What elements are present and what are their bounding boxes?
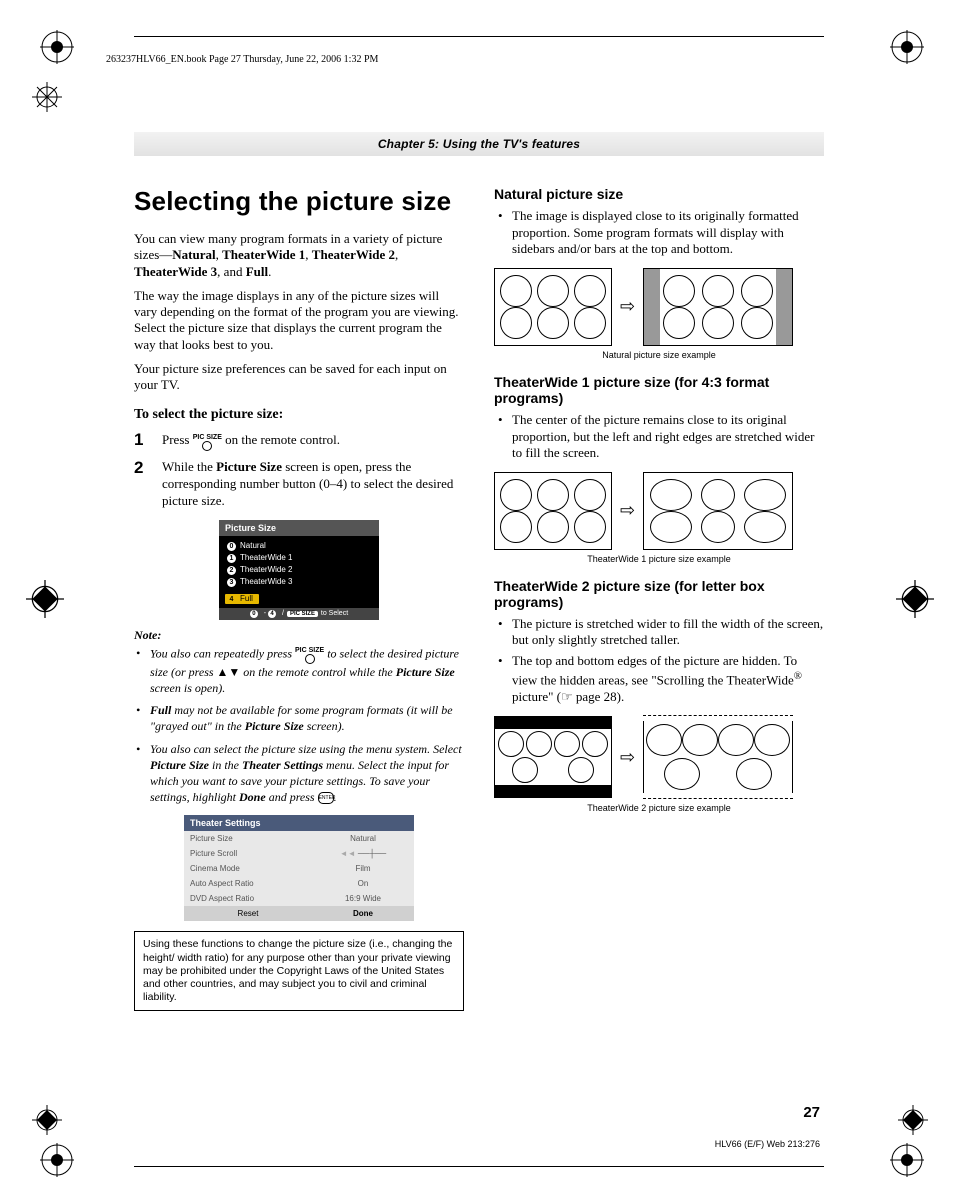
crop-mark-icon: [890, 30, 924, 64]
note-item: You also can repeatedly press PIC SIZE t…: [134, 645, 464, 696]
arrow-right-icon: ⇨: [620, 747, 635, 768]
left-column: Selecting the picture size You can view …: [134, 186, 464, 1011]
table-row: ResetDone: [184, 906, 414, 921]
register-mark-icon: [32, 82, 62, 112]
chapter-heading: Chapter 5: Using the TV's features: [134, 132, 824, 156]
step-item: Press PIC SIZE on the remote control.: [134, 431, 464, 451]
crop-mark-icon: [890, 1143, 924, 1177]
remote-button-icon: [202, 441, 212, 451]
table-row: Picture SizeNatural: [184, 831, 414, 846]
register-mark-icon: [898, 1105, 928, 1135]
table-row: Auto Aspect RatioOn: [184, 876, 414, 891]
intro-paragraph: You can view many program formats in a v…: [134, 231, 464, 280]
bullet-list: The center of the picture remains close …: [494, 412, 824, 462]
osd-item-selected: 4Full: [225, 594, 259, 604]
figure-caption: TheaterWide 2 picture size example: [494, 803, 824, 813]
remote-button-icon: [305, 654, 315, 664]
bullet-list: The image is displayed close to its orig…: [494, 208, 824, 258]
right-column: Natural picture size The image is displa…: [494, 186, 824, 1011]
step-item: While the Picture Size screen is open, p…: [134, 459, 464, 510]
pic-size-button-label: PIC SIZE: [193, 434, 222, 441]
settings-title: Theater Settings: [184, 815, 414, 831]
document-page: 263237HLV66_EN.book Page 27 Thursday, Ju…: [0, 0, 954, 1193]
crop-mark-icon: [40, 30, 74, 64]
arrow-right-icon: ⇨: [620, 500, 635, 521]
osd-item: 2TheaterWide 2: [225, 564, 373, 576]
example-figure: ⇨ TheaterWide 1 picture size example: [494, 472, 824, 564]
note-label: Note:: [134, 628, 464, 643]
osd-item: 0Natural: [225, 540, 373, 552]
bullet-list: The picture is stretched wider to fill t…: [494, 616, 824, 705]
subheading: To select the picture size:: [134, 407, 464, 423]
example-figure: ⇨ TheaterWide 2 picture size example: [494, 715, 824, 813]
note-item: Full may not be available for some progr…: [134, 702, 464, 734]
footer-code: HLV66 (E/F) Web 213:276: [715, 1139, 820, 1149]
osd-footer: 0 - 4 / PIC SIZE to Select: [219, 608, 379, 620]
list-item: The picture is stretched wider to fill t…: [494, 616, 824, 649]
footer-rule: [134, 1166, 824, 1167]
example-figure: ⇨ Natural picture size example: [494, 268, 824, 360]
list-item: The center of the picture remains close …: [494, 412, 824, 462]
section-heading: Selecting the picture size: [134, 186, 464, 217]
theater-settings-table: Theater Settings Picture SizeNatural Pic…: [184, 815, 414, 921]
table-row: DVD Aspect Ratio16:9 Wide: [184, 891, 414, 906]
body-text: The way the image displays in any of the…: [134, 288, 464, 353]
osd-item: 1TheaterWide 1: [225, 552, 373, 564]
table-row: Picture Scroll◄◄ ──┼──: [184, 846, 414, 861]
crop-mark-icon: [40, 1143, 74, 1177]
subheading: Natural picture size: [494, 186, 824, 202]
subheading: TheaterWide 1 picture size (for 4:3 form…: [494, 374, 824, 406]
note-item: You also can select the picture size usi…: [134, 741, 464, 806]
register-mark-icon: [26, 580, 64, 618]
list-item: The image is displayed close to its orig…: [494, 208, 824, 258]
figure-caption: TheaterWide 1 picture size example: [494, 554, 824, 564]
subheading: TheaterWide 2 picture size (for letter b…: [494, 578, 824, 610]
body-text: Your picture size preferences can be sav…: [134, 361, 464, 394]
enter-button-icon: ENTER: [318, 792, 334, 804]
register-mark-icon: [32, 1105, 62, 1135]
figure-caption: Natural picture size example: [494, 350, 824, 360]
page-number: 27: [803, 1104, 820, 1121]
content-area: Selecting the picture size You can view …: [134, 186, 824, 1011]
table-row: Cinema ModeFilm: [184, 861, 414, 876]
arrow-right-icon: ⇨: [620, 296, 635, 317]
print-header-line: 263237HLV66_EN.book Page 27 Thursday, Ju…: [106, 54, 378, 65]
header-rule: [134, 36, 824, 37]
osd-title: Picture Size: [219, 520, 379, 536]
legal-notice: Using these functions to change the pict…: [134, 931, 464, 1011]
steps-list: Press PIC SIZE on the remote control. Wh…: [134, 431, 464, 510]
notes-list: You also can repeatedly press PIC SIZE t…: [134, 645, 464, 806]
register-mark-icon: [896, 580, 934, 618]
osd-picture-size: Picture Size 0Natural 1TheaterWide 1 2Th…: [219, 520, 379, 620]
list-item: The top and bottom edges of the picture …: [494, 653, 824, 705]
osd-item: 3TheaterWide 3: [225, 576, 373, 588]
